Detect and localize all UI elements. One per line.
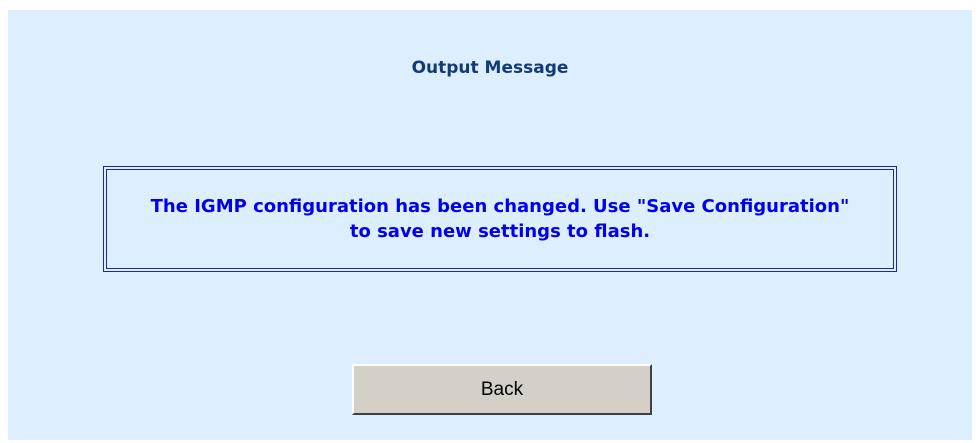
page-title: Output Message	[411, 58, 569, 78]
message-box: The IGMP configuration has been changed.…	[103, 166, 897, 272]
output-message-panel: Output Message The IGMP configuration ha…	[8, 10, 972, 440]
message-text: The IGMP configuration has been changed.…	[150, 196, 850, 242]
back-button[interactable]: Back	[352, 364, 652, 415]
